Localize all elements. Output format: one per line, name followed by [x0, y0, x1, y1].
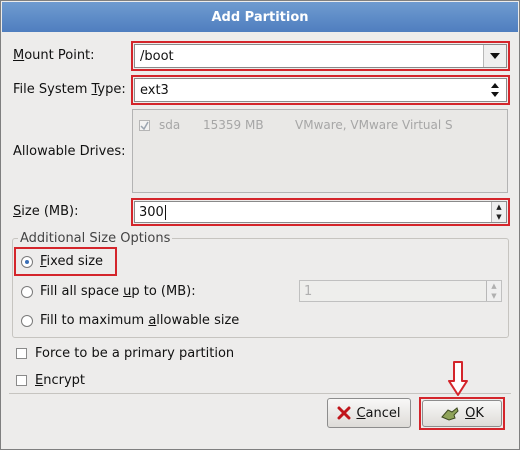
mount-point-dropdown-button[interactable] [483, 45, 506, 67]
fill-decrement-button[interactable]: ▼ [487, 291, 501, 301]
fixed-size-label: Fixed size [40, 254, 104, 269]
fixed-size-radio-button[interactable] [21, 255, 33, 268]
allowable-drives-label: Allowable Drives: [13, 144, 126, 159]
dialog-title-bar: Add Partition [2, 2, 518, 32]
fill-up-to-radio[interactable]: Fill all space up to (MB): [21, 284, 196, 299]
fill-max-radio[interactable]: Fill to maximum allowable size [21, 313, 239, 328]
fill-max-label: Fill to maximum allowable size [40, 313, 240, 328]
size-spinner[interactable]: 300 ▲ ▼ [134, 201, 507, 223]
encrypt-checkbox[interactable] [16, 375, 27, 386]
fill-max-radio-button[interactable] [21, 314, 33, 327]
fill-up-to-radio-button[interactable] [21, 285, 33, 298]
mount-point-label: Mount Point: [13, 48, 95, 63]
primary-partition-checkbox[interactable] [16, 348, 27, 359]
fill-up-to-spinner[interactable]: 1 ▲ ▼ [299, 280, 502, 302]
fs-type-dropdown-button[interactable] [484, 79, 506, 101]
down-arrow-annotation-icon [448, 361, 468, 396]
chevron-down-icon [490, 53, 500, 59]
ok-label: OK [465, 406, 484, 421]
encrypt-checkbox-row[interactable]: Encrypt [16, 373, 85, 388]
drive-model: VMware, VMware Virtual S [295, 118, 453, 132]
size-increment-button[interactable]: ▲ [492, 202, 506, 212]
fill-increment-button[interactable]: ▲ [487, 281, 501, 291]
drive-size: 15359 MB [203, 118, 264, 132]
cancel-label: Cancel [356, 405, 401, 421]
check-icon [140, 121, 149, 130]
ok-hand-icon [441, 406, 459, 421]
drive-checkbox[interactable] [139, 119, 150, 131]
button-separator [9, 393, 511, 394]
fixed-size-radio[interactable]: Fixed size [21, 254, 103, 269]
dialog-title: Add Partition [211, 9, 309, 25]
primary-partition-label: Force to be a primary partition [35, 346, 235, 361]
ok-button[interactable]: OK [422, 400, 502, 427]
drive-name: sda [159, 118, 181, 132]
cancel-x-icon [337, 406, 351, 420]
size-options-title: Additional Size Options [18, 231, 173, 246]
allowable-drives-list[interactable]: sda 15359 MB VMware, VMware Virtual S [132, 109, 508, 193]
fs-type-combo[interactable]: ext3 [134, 78, 507, 102]
encrypt-label: Encrypt [35, 373, 85, 388]
primary-partition-checkbox-row[interactable]: Force to be a primary partition [16, 346, 234, 361]
fill-up-to-label: Fill all space up to (MB): [40, 284, 196, 299]
add-partition-dialog: Add Partition Mount Point: /boot File Sy… [0, 0, 520, 450]
fill-up-to-value: 1 [304, 283, 313, 299]
size-decrement-button[interactable]: ▼ [492, 212, 506, 222]
size-label: Size (MB): [13, 204, 79, 219]
text-cursor [164, 204, 166, 220]
up-down-arrows-icon [491, 83, 499, 97]
cancel-button[interactable]: Cancel [327, 398, 411, 428]
fs-type-label: File System Type: [13, 82, 126, 97]
mount-point-combo[interactable]: /boot [134, 44, 507, 68]
drive-row-sda[interactable]: sda 15359 MB VMware, VMware Virtual S [139, 118, 453, 132]
size-value: 300 [139, 204, 164, 220]
fs-type-value: ext3 [140, 82, 169, 98]
mount-point-value: /boot [140, 48, 174, 64]
